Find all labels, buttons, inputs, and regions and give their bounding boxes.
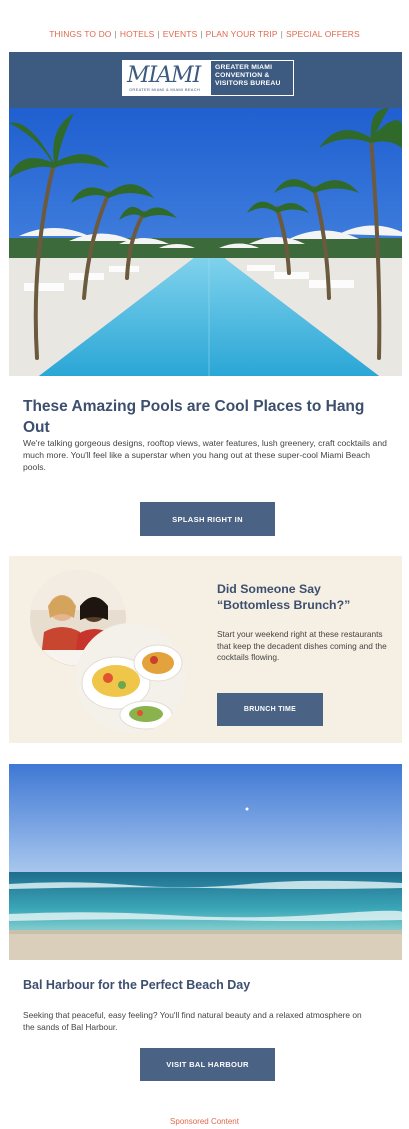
brunch-section: Did Someone Say “Bottomless Brunch?” Sta… [9,556,402,743]
food-illustration [76,623,186,733]
brunch-food-image[interactable] [76,623,186,733]
nav-things-to-do[interactable]: THINGS TO DO [49,29,111,39]
nav-separator: | [114,29,117,39]
logo-script: MIAMI [127,63,201,88]
nav-hotels[interactable]: HOTELS [120,29,155,39]
bal-harbour-body: Seeking that peaceful, easy feeling? You… [23,1010,362,1032]
brunch-time-button[interactable]: BRUNCH TIME [217,693,323,726]
sponsored-content-link[interactable]: Sponsored Content [0,1117,409,1126]
splash-right-in-button[interactable]: SPLASH RIGHT IN [140,502,275,536]
nav-separator: | [157,29,160,39]
logo-line: GREATER MIAMI [215,64,273,71]
logo-line: VISITORS BUREAU [215,80,281,87]
pool-illustration [9,108,402,376]
beach-hero-image[interactable] [9,764,402,960]
pools-title[interactable]: These Amazing Pools are Cool Places to H… [23,396,383,438]
brunch-title[interactable]: Did Someone Say “Bottomless Brunch?” [217,581,397,613]
logo-mark: MIAMI GREATER MIAMI & MIAMI BEACH [123,61,211,95]
nav-special-offers[interactable]: SPECIAL OFFERS [286,29,360,39]
nav-separator: | [280,29,283,39]
pools-section: These Amazing Pools are Cool Places to H… [9,376,402,552]
bal-harbour-title[interactable]: Bal Harbour for the Perfect Beach Day [23,977,393,993]
logo-tagline: GREATER MIAMI & MIAMI BEACH [129,87,201,92]
logo-line: CONVENTION & [215,72,270,79]
brunch-body: Start your weekend right at these restau… [217,629,387,662]
nav-plan-your-trip[interactable]: PLAN YOUR TRIP [206,29,278,39]
pool-hero-image[interactable] [9,108,402,376]
miami-logo[interactable]: MIAMI GREATER MIAMI & MIAMI BEACH GREATE… [122,60,294,96]
nav-events[interactable]: EVENTS [163,29,198,39]
email-header: MIAMI GREATER MIAMI & MIAMI BEACH GREATE… [9,52,402,108]
top-nav: THINGS TO DO | HOTELS | EVENTS | PLAN YOUR TRI… [0,29,409,39]
beach-illustration [9,764,402,960]
pools-body: We're talking gorgeous designs, rooftop … [23,438,387,472]
nav-separator: | [200,29,203,39]
logo-text: GREATER MIAMI CONVENTION & VISITORS BURE… [211,61,293,95]
visit-bal-harbour-button[interactable]: VISIT BAL HARBOUR [140,1048,275,1081]
bal-harbour-section: Bal Harbour for the Perfect Beach Day Se… [9,960,402,1090]
